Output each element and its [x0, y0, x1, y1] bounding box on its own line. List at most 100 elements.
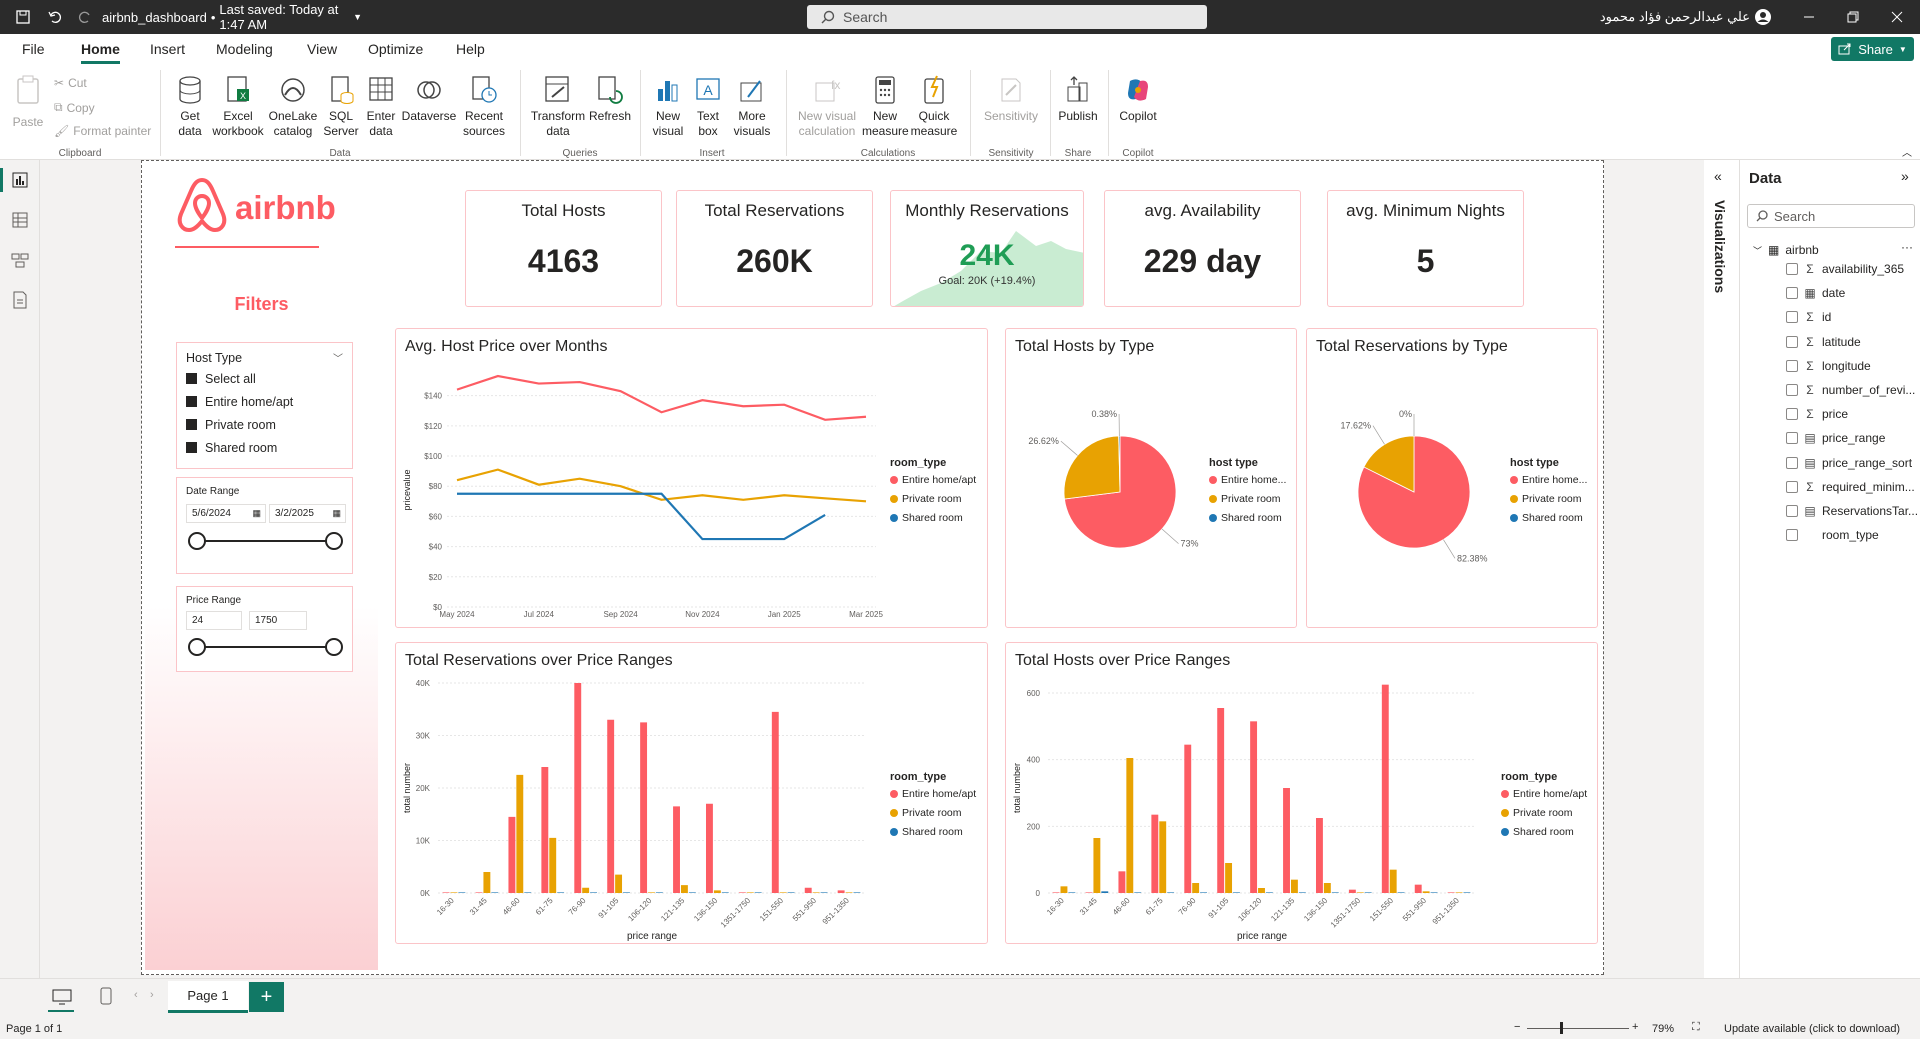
field-item[interactable]: Σavailability_365	[1786, 262, 1904, 276]
get-data-button[interactable]: Get data	[170, 74, 210, 139]
legend-item-shared[interactable]: Shared room	[890, 826, 976, 838]
end-date-input[interactable]: 3/2/2025 ▦	[269, 504, 346, 523]
next-page-icon[interactable]: ›	[150, 989, 154, 1001]
field-checkbox[interactable]	[1786, 408, 1798, 421]
field-item[interactable]: Σprice	[1786, 407, 1848, 421]
legend-item-entire[interactable]: Entire home/apt	[890, 474, 976, 486]
pie-chart-hosts-card[interactable]: Total Hosts by Type 73% 26.62% 0.38% host …	[1005, 328, 1297, 628]
publish-button[interactable]: Publish	[1056, 74, 1100, 124]
menu-file[interactable]: File	[22, 41, 45, 57]
visualizations-label[interactable]: Visualizations	[1712, 200, 1728, 293]
excel-workbook-button[interactable]: X Excel workbook	[210, 74, 266, 139]
legend-item-private[interactable]: Private room	[1209, 493, 1286, 505]
field-checkbox[interactable]	[1786, 505, 1798, 517]
field-checkbox[interactable]	[1786, 263, 1798, 275]
onelake-catalog-button[interactable]: OneLake catalog	[266, 74, 320, 139]
date-slider-track[interactable]	[197, 540, 334, 542]
chevron-down-icon[interactable]: ﹀	[333, 350, 343, 365]
new-visual-calculation-button[interactable]: fx New visual calculation	[794, 74, 860, 139]
field-checkbox[interactable]	[1786, 480, 1798, 493]
text-box-button[interactable]: A Text box	[690, 74, 726, 139]
price-max-input[interactable]: 1750	[249, 611, 307, 630]
expand-pane-icon[interactable]: «	[1714, 168, 1722, 184]
slicer-option-entire-home[interactable]: Entire home/apt	[177, 390, 352, 413]
menu-modeling[interactable]: Modeling	[216, 41, 273, 57]
field-checkbox[interactable]	[1786, 384, 1798, 396]
kpi-card-avg-availability[interactable]: avg. Availability 229 day	[1104, 190, 1301, 307]
more-visuals-button[interactable]: More visuals	[728, 74, 776, 139]
field-checkbox[interactable]	[1786, 311, 1798, 324]
mobile-layout-icon[interactable]	[100, 987, 112, 1010]
tab-page-1[interactable]: Page 1	[168, 981, 248, 1013]
file-title[interactable]: airbnb_dashboard • Last saved: Today at …	[102, 0, 362, 34]
zoom-slider-handle[interactable]	[1560, 1022, 1563, 1034]
copilot-button[interactable]: Copilot	[1114, 74, 1162, 124]
collapse-ribbon-icon[interactable]: ︿	[1902, 144, 1912, 159]
undo-icon[interactable]	[44, 0, 66, 34]
add-page-button[interactable]: +	[249, 982, 284, 1012]
price-slider-min-handle[interactable]	[188, 638, 206, 656]
field-item[interactable]: room_type	[1786, 528, 1879, 542]
field-item[interactable]: Σlatitude	[1786, 335, 1861, 349]
kpi-card-total-hosts[interactable]: Total Hosts 4163	[465, 190, 662, 307]
menu-optimize[interactable]: Optimize	[368, 41, 423, 57]
menu-view[interactable]: View	[307, 41, 337, 57]
collapse-pane-icon[interactable]: »	[1901, 168, 1909, 184]
format-painter-button[interactable]: 🖌 Format painter	[54, 124, 151, 138]
date-slider-end-handle[interactable]	[325, 532, 343, 550]
enter-data-button[interactable]: Enter data	[362, 74, 400, 139]
kpi-card-monthly-reservations[interactable]: Monthly Reservations 24K Goal: 20K (+19.…	[890, 190, 1084, 307]
zoom-out-button[interactable]: −	[1514, 1021, 1520, 1033]
legend-item-entire[interactable]: Entire home/apt	[890, 788, 976, 800]
field-checkbox[interactable]	[1786, 432, 1798, 445]
menu-insert[interactable]: Insert	[150, 41, 185, 57]
field-checkbox[interactable]	[1786, 456, 1798, 469]
price-min-input[interactable]: 24	[186, 611, 242, 630]
table-view-icon[interactable]	[10, 210, 30, 230]
dataverse-button[interactable]: Dataverse	[402, 74, 456, 124]
close-icon[interactable]	[1886, 0, 1908, 34]
kpi-card-total-reservations[interactable]: Total Reservations 260K	[676, 190, 873, 307]
bar-chart-hosts-card[interactable]: Total Hosts over Price Ranges 0 200 400 600…	[1005, 642, 1598, 944]
legend-item-entire[interactable]: Entire home/apt	[1501, 788, 1587, 800]
legend-item-private[interactable]: Private room	[1510, 493, 1587, 505]
legend-item-entire[interactable]: Entire home...	[1510, 474, 1587, 486]
field-item[interactable]: ▤ price_range_sort	[1786, 456, 1912, 470]
line-chart-card[interactable]: Avg. Host Price over Months $0 $20 $40 $60 $…	[395, 328, 988, 628]
paste-button[interactable]: Paste	[10, 74, 46, 130]
legend-item-private[interactable]: Private room	[890, 493, 976, 505]
zoom-in-button[interactable]: +	[1632, 1021, 1638, 1033]
legend-item-entire[interactable]: Entire home...	[1209, 474, 1286, 486]
price-slider-max-handle[interactable]	[325, 638, 343, 656]
start-date-input[interactable]: 5/6/2024 ▦	[186, 504, 266, 523]
legend-item-private[interactable]: Private room	[890, 807, 976, 819]
legend-item-shared[interactable]: Shared room	[1501, 826, 1587, 838]
field-item[interactable]: Σlongitude	[1786, 359, 1871, 373]
new-visual-button[interactable]: New visual	[648, 74, 688, 139]
copy-button[interactable]: ⧉ Copy	[54, 100, 95, 115]
field-item[interactable]: Σnumber_of_revi...	[1786, 383, 1915, 397]
slicer-option-select-all[interactable]: Select all	[177, 367, 352, 390]
restore-icon[interactable]	[1842, 0, 1864, 34]
menu-help[interactable]: Help	[456, 41, 485, 57]
field-checkbox[interactable]	[1786, 335, 1798, 348]
checkbox-checked[interactable]	[186, 396, 197, 407]
dax-query-icon[interactable]	[10, 290, 30, 310]
desktop-layout-icon[interactable]	[52, 989, 72, 1010]
checkbox-checked[interactable]	[186, 373, 197, 384]
avatar[interactable]	[1752, 0, 1774, 34]
field-checkbox[interactable]	[1786, 359, 1798, 372]
field-item[interactable]: Σrequired_minim...	[1786, 480, 1915, 494]
calendar-icon[interactable]: ▦	[252, 508, 261, 519]
update-available-link[interactable]: Update available (click to download)	[1724, 1023, 1900, 1035]
date-slider-start-handle[interactable]	[188, 532, 206, 550]
fit-to-page-icon[interactable]: ⛶	[1692, 1021, 1700, 1034]
kpi-card-avg-min-nights[interactable]: avg. Minimum Nights 5	[1327, 190, 1524, 307]
new-measure-button[interactable]: New measure	[862, 74, 909, 139]
slicer-option-shared-room[interactable]: Shared room	[177, 436, 352, 459]
save-icon[interactable]	[12, 0, 34, 34]
recent-sources-button[interactable]: Recent sources	[458, 74, 510, 139]
legend-item-shared[interactable]: Shared room	[1510, 512, 1587, 524]
legend-item-shared[interactable]: Shared room	[890, 512, 976, 524]
field-item[interactable]: ▤ price_range	[1786, 431, 1885, 445]
